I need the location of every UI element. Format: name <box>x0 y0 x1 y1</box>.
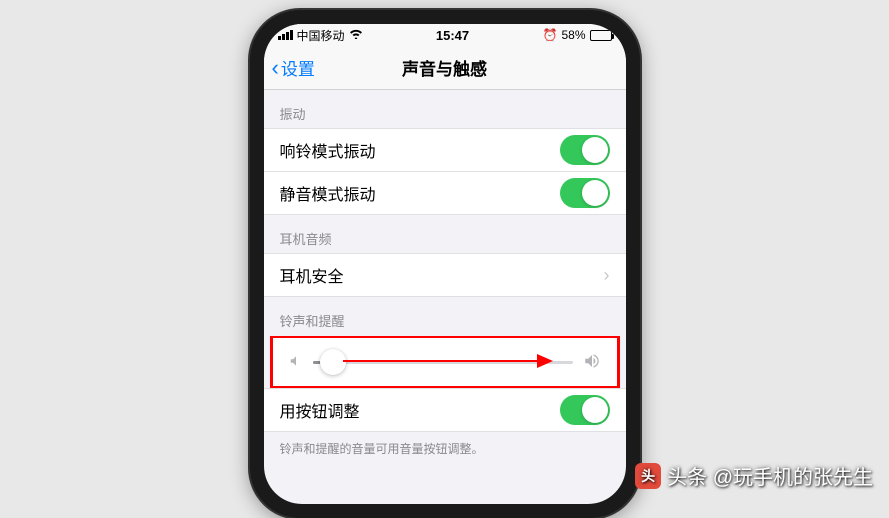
chevron-right-icon: › <box>604 265 610 286</box>
row-ring-vibrate[interactable]: 响铃模式振动 <box>264 128 626 172</box>
settings-content: 振动 响铃模式振动 静音模式振动 耳机音频 耳机安全 › 铃声和提醒 <box>264 90 626 504</box>
nav-bar: ‹ 设置 声音与触感 <box>264 46 626 90</box>
row-label: 静音模式振动 <box>280 181 376 205</box>
carrier-label: 中国移动 <box>297 27 345 44</box>
switch-ring-vibrate[interactable] <box>560 135 610 165</box>
phone-screen: 中国移动 15:47 ⏰ 58% ‹ 设置 声音与触感 振动 响铃模式振动 <box>264 24 626 504</box>
wifi-icon <box>349 28 363 42</box>
page-title: 声音与触感 <box>402 55 487 80</box>
annotation-arrow <box>343 360 553 362</box>
section-header-headphone: 耳机音频 <box>264 215 626 254</box>
clock: 15:47 <box>436 28 469 43</box>
row-label: 响铃模式振动 <box>280 138 376 162</box>
speaker-low-icon <box>289 354 303 371</box>
row-silent-vibrate[interactable]: 静音模式振动 <box>264 171 626 215</box>
switch-change-with-buttons[interactable] <box>560 395 610 425</box>
row-label: 耳机安全 <box>280 263 344 287</box>
speaker-high-icon <box>583 352 601 373</box>
volume-slider[interactable] <box>313 361 573 364</box>
battery-percent: 58% <box>561 28 585 42</box>
row-change-with-buttons[interactable]: 用按钮调整 <box>264 388 626 432</box>
watermark: 头 头条 @玩手机的张先生 <box>635 461 873 490</box>
phone-frame: 中国移动 15:47 ⏰ 58% ‹ 设置 声音与触感 振动 响铃模式振动 <box>250 10 640 518</box>
row-label: 用按钮调整 <box>280 398 360 422</box>
section-header-vibration: 振动 <box>264 90 626 129</box>
back-button[interactable]: ‹ 设置 <box>272 46 315 89</box>
watermark-badge: 头 <box>635 463 661 489</box>
status-bar: 中国移动 15:47 ⏰ 58% <box>264 24 626 46</box>
ringer-volume-slider-row[interactable] <box>273 338 617 386</box>
section-header-ringer: 铃声和提醒 <box>264 297 626 336</box>
slider-thumb[interactable] <box>320 349 346 375</box>
back-label: 设置 <box>281 55 315 80</box>
chevron-left-icon: ‹ <box>272 55 279 81</box>
annotation-highlight <box>270 336 620 389</box>
alarm-icon: ⏰ <box>543 28 558 42</box>
watermark-text: 头条 @玩手机的张先生 <box>667 461 873 490</box>
section-footer-note: 铃声和提醒的音量可用音量按钮调整。 <box>264 432 626 457</box>
battery-icon <box>590 30 612 41</box>
row-headphone-safety[interactable]: 耳机安全 › <box>264 253 626 297</box>
signal-icon <box>278 30 293 40</box>
switch-silent-vibrate[interactable] <box>560 178 610 208</box>
